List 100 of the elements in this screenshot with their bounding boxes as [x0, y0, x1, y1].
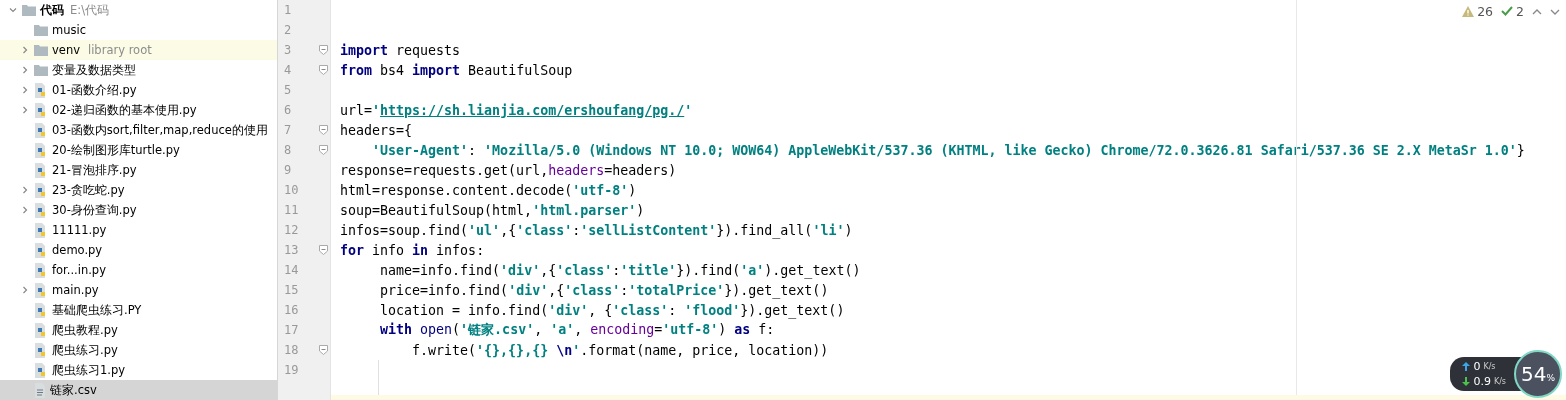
code-line: name=info.find('div',{'class':'title'}).find('a').get_text()	[379, 262, 861, 278]
python-file-icon	[34, 142, 48, 158]
chevron-down-icon[interactable]	[1550, 7, 1560, 16]
chevron-up-icon[interactable]	[1532, 7, 1542, 16]
fold-marker-icon[interactable]	[319, 245, 328, 255]
fold-marker-icon[interactable]	[319, 125, 328, 135]
python-file-icon	[34, 362, 48, 378]
line-number: 1	[284, 3, 292, 17]
library-root-note: library root	[88, 43, 152, 57]
python-file-icon	[34, 342, 48, 358]
percent-sign: %	[1546, 373, 1555, 383]
line-number: 3	[284, 43, 292, 57]
chevron-right-icon[interactable]	[21, 186, 29, 194]
weak-warning-count: 2	[1516, 4, 1524, 19]
code-line: response=requests.get(url,headers=headers)	[340, 162, 677, 178]
code-line: headers={	[340, 122, 413, 138]
tree-item[interactable]: 爬虫教程.py	[0, 320, 277, 340]
python-file-icon	[34, 302, 48, 318]
folder-icon	[34, 64, 48, 76]
chevron-right-icon[interactable]	[21, 206, 29, 214]
project-path: E:\代码	[70, 2, 109, 18]
tree-item[interactable]: 基础爬虫练习.PY	[0, 300, 277, 320]
line-number: 5	[284, 83, 292, 97]
code-line: location = info.find('div', {'class': 'flood'}).get_text()	[379, 302, 845, 318]
fold-marker-icon[interactable]	[319, 45, 328, 55]
tree-item[interactable]: 变量及数据类型	[0, 60, 277, 80]
code-line: from bs4 import BeautifulSoup	[340, 62, 573, 78]
python-file-icon	[34, 102, 48, 118]
fold-marker-icon[interactable]	[319, 65, 328, 75]
check-icon[interactable]	[1501, 6, 1514, 17]
folder-icon	[34, 24, 48, 36]
text-file-icon	[34, 382, 46, 398]
line-number: 9	[284, 163, 292, 177]
tree-item[interactable]: for...in.py	[0, 260, 277, 280]
tree-item[interactable]: 23-贪吃蛇.py	[0, 180, 277, 200]
folder-icon	[22, 4, 36, 16]
tree-item[interactable]: 爬虫练习1.py	[0, 360, 277, 380]
code-line: soup=BeautifulSoup(html,'html.parser')	[340, 202, 645, 218]
download-speed: 0.9	[1473, 374, 1491, 389]
upload-speed: 0	[1473, 359, 1481, 374]
warning-count: 26	[1477, 4, 1494, 19]
tree-item[interactable]: 01-函数介绍.py	[0, 80, 277, 100]
fold-marker-icon[interactable]	[319, 345, 328, 355]
line-number: 16	[284, 303, 299, 317]
line-number: 17	[284, 323, 299, 337]
python-file-icon	[34, 282, 48, 298]
chevron-right-icon[interactable]	[21, 46, 29, 54]
tree-item[interactable]: 02-递归函数的基本使用.py	[0, 100, 277, 120]
chevron-right-icon[interactable]	[21, 286, 29, 294]
line-number: 13	[284, 243, 299, 257]
chevron-right-icon[interactable]	[21, 86, 29, 94]
line-number: 19	[284, 363, 299, 377]
code-line: infos=soup.find('ul',{'class':'sellListContent'}).find_all('li')	[340, 222, 853, 238]
download-arrow-icon	[1462, 377, 1471, 386]
line-number: 4	[284, 63, 292, 77]
chevron-down-icon[interactable]	[9, 6, 17, 14]
line-number: 14	[284, 263, 299, 277]
fold-marker-icon[interactable]	[319, 145, 328, 155]
tree-item[interactable]: music	[0, 20, 277, 40]
tree-item[interactable]: 21-冒泡排序.py	[0, 160, 277, 180]
python-file-icon	[34, 322, 48, 338]
python-file-icon	[34, 182, 48, 198]
code-line: with open('链家.csv', 'a', encoding='utf-8') as f:	[379, 321, 775, 339]
code-line: f.write('{},{},{} \n'.format(name, price, location))	[411, 342, 829, 358]
line-number: 2	[284, 23, 292, 37]
tree-item[interactable]: 11111.py	[0, 220, 277, 240]
chevron-right-icon[interactable]	[21, 66, 29, 74]
line-number: 7	[284, 123, 292, 137]
python-file-icon	[34, 82, 48, 98]
code-line: 'User-Agent': 'Mozilla/5.0 (Windows NT 10.0; WOW64) AppleWebKit/537.36 (KHTML, like Gecko) Chrome/72.0.3626.81 Safari/537.36 SE 2.X MetaSr 1.0'}	[371, 142, 1525, 158]
python-file-icon	[34, 122, 48, 138]
line-number: 6	[284, 103, 292, 117]
line-number: 8	[284, 143, 292, 157]
code-line: for info in infos:	[340, 242, 485, 258]
python-file-icon	[34, 162, 48, 178]
line-number: 15	[284, 283, 299, 297]
tree-item[interactable]: main.py	[0, 280, 277, 300]
tree-item[interactable]: 03-函数内sort,filter,map,reduce的使用	[0, 120, 277, 140]
python-file-icon	[34, 222, 48, 238]
project-root-item[interactable]: 代码 E:\代码	[0, 0, 277, 20]
tree-item[interactable]: 链家.csv	[0, 380, 277, 400]
folder-icon	[34, 44, 48, 56]
speed-unit: K/s	[1483, 361, 1496, 373]
code-line: url='https://sh.lianjia.com/ershoufang/pg./'	[340, 102, 693, 118]
code-line: html=response.content.decode('utf-8')	[340, 182, 637, 198]
code-line: price=info.find('div',{'class':'totalPrice'}).get_text()	[379, 282, 829, 298]
upload-arrow-icon	[1462, 362, 1471, 371]
python-file-icon	[34, 242, 48, 258]
code-line: import requests	[340, 42, 461, 58]
line-number: 10	[284, 183, 299, 197]
tree-item[interactable]: 30-身份查询.py	[0, 200, 277, 220]
tree-item[interactable]: venv library root	[0, 40, 277, 60]
chevron-right-icon[interactable]	[21, 106, 29, 114]
tree-item[interactable]: 爬虫练习.py	[0, 340, 277, 360]
warning-icon[interactable]	[1462, 6, 1475, 17]
line-number: 11	[284, 203, 299, 217]
cpu-usage: 54	[1521, 362, 1547, 386]
tree-item[interactable]: demo.py	[0, 240, 277, 260]
tree-item[interactable]: 20-绘制图形库turtle.py	[0, 140, 277, 160]
speed-unit: K/s	[1493, 376, 1506, 388]
